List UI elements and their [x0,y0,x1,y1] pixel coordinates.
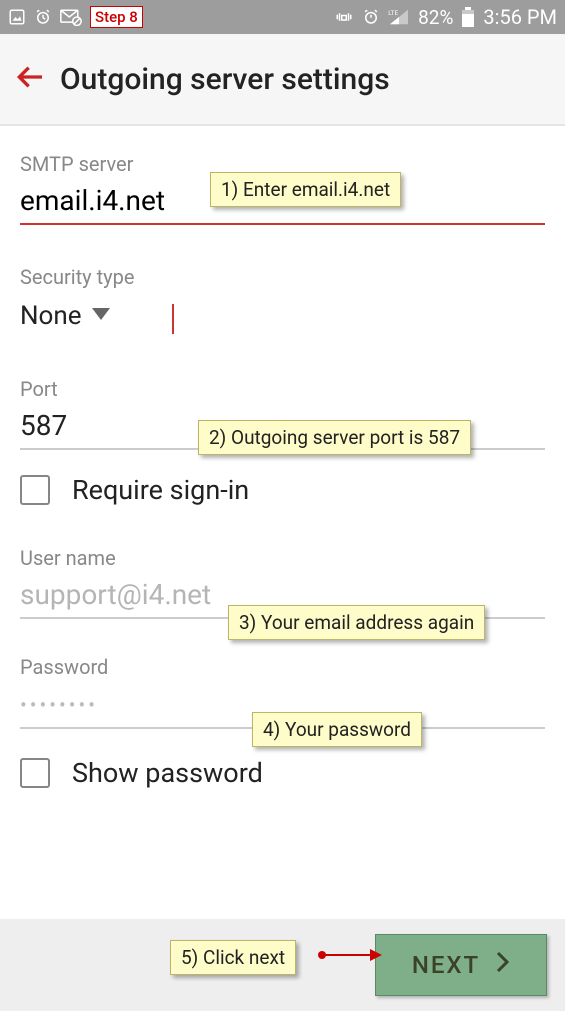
step-badge: Step 8 [90,6,143,28]
clock: 3:56 PM [483,5,557,29]
callout-5: 5) Click next [170,940,296,975]
status-bar: Step 8 LTE 82% 3:56 PM [0,0,565,34]
callout-4: 4) Your password [252,712,422,747]
security-value: None [20,301,82,331]
show-password-row[interactable]: Show password [20,757,545,789]
require-signin-row[interactable]: Require sign-in [20,474,545,506]
password-label: Password [20,655,545,679]
require-signin-label: Require sign-in [72,474,249,506]
vibrate-icon [334,8,354,26]
signal-icon: LTE [388,8,410,26]
show-password-label: Show password [72,757,263,789]
arrow-line [322,954,372,956]
svg-text:LTE: LTE [388,9,398,17]
content-area: SMTP server Security type None Port Requ… [0,126,565,789]
screen: Step 8 LTE 82% 3:56 PM Outgoing server s… [0,0,565,1011]
chevron-right-icon [496,951,510,979]
title-bar: Outgoing server settings [0,34,565,126]
require-signin-checkbox[interactable] [20,475,50,505]
security-label: Security type [20,265,545,289]
image-icon [8,8,26,26]
alarm-icon [34,8,52,26]
arrow-head-icon [370,949,382,961]
alarm-icon-2 [362,8,380,26]
callout-2: 2) Outgoing server port is 587 [198,420,471,455]
chevron-down-icon [92,307,110,326]
password-input[interactable]: •••••••• [20,693,98,717]
page-title: Outgoing server settings [60,62,390,97]
security-dropdown[interactable]: None [20,289,545,337]
port-label: Port [20,377,545,401]
email-blocked-icon [60,8,82,26]
next-button-label: NEXT [412,951,480,979]
callout-1: 1) Enter email.i4.net [210,172,401,207]
back-arrow-icon[interactable] [14,61,46,97]
show-password-checkbox[interactable] [20,758,50,788]
callout-3: 3) Your email address again [228,605,485,640]
next-button[interactable]: NEXT [375,934,547,996]
battery-icon [461,7,475,27]
username-label: User name [20,546,545,570]
text-caret [172,304,174,334]
battery-percent: 82% [418,6,453,29]
